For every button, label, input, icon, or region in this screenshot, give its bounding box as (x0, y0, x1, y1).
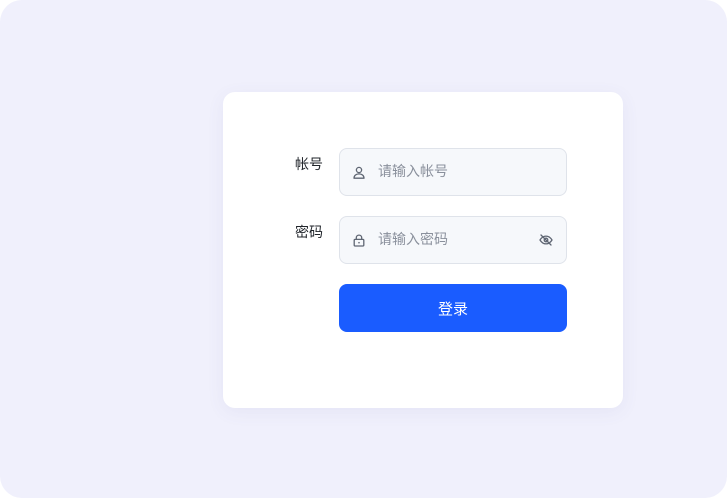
password-input[interactable] (378, 230, 538, 250)
account-input[interactable] (378, 162, 566, 182)
login-button[interactable]: 登录 (339, 284, 567, 332)
user-icon (352, 165, 366, 179)
password-label: 密码 (295, 225, 323, 241)
eye-off-icon[interactable] (538, 232, 554, 248)
lock-icon (352, 233, 366, 247)
password-field[interactable] (339, 216, 567, 264)
page-background: 帐号 密码 (0, 0, 727, 498)
login-card: 帐号 密码 (223, 92, 623, 408)
account-label: 帐号 (295, 157, 323, 173)
account-field[interactable] (339, 148, 567, 196)
